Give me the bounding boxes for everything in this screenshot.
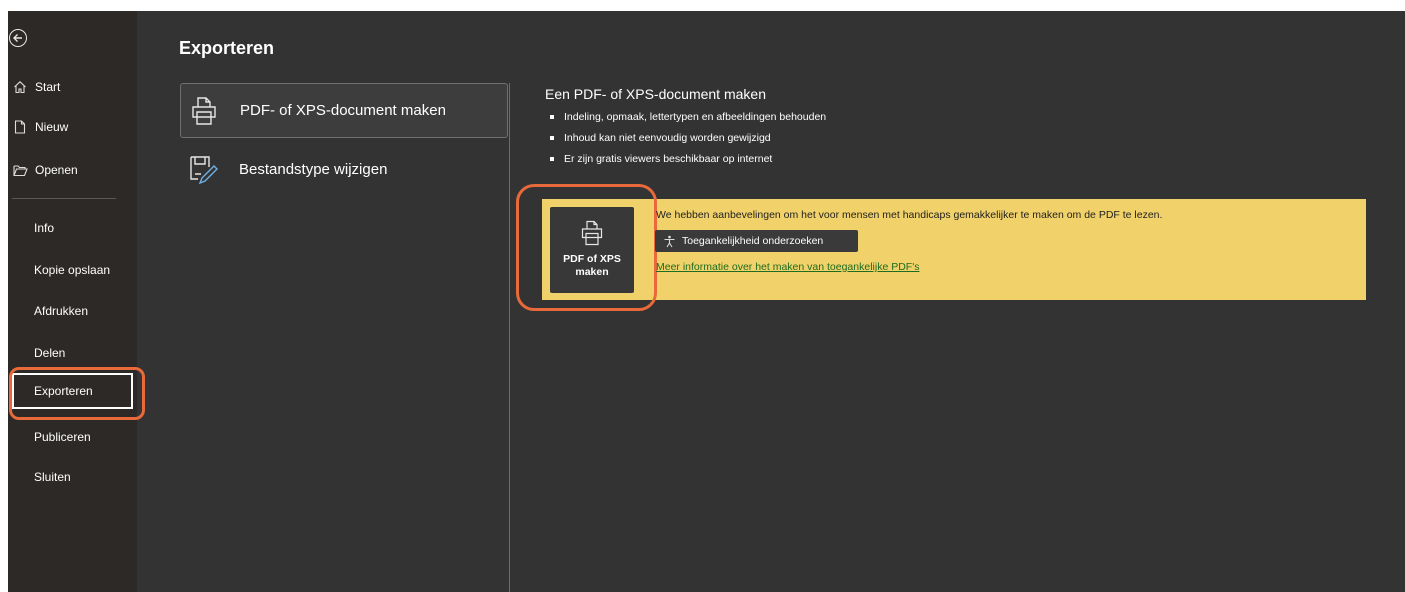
recommendation-text: We hebben aanbevelingen om het voor mens… [656, 209, 1163, 221]
nav-item-afdrukken[interactable]: Afdrukken [8, 297, 134, 325]
back-arrow-icon[interactable] [9, 29, 27, 47]
nav-item-label: Delen [34, 346, 66, 360]
nav-item-label: Nieuw [35, 120, 69, 134]
nav-item-kopie-opslaan[interactable]: Kopie opslaan [8, 256, 134, 284]
nav-item-info[interactable]: Info [8, 214, 134, 242]
nav-item-label: Sluiten [34, 470, 71, 484]
option-create-pdf-xps[interactable]: PDF- of XPS-document maken [180, 83, 508, 138]
option-label: Bestandstype wijzigen [239, 161, 388, 178]
app-window: Start Nieuw Openen Info Kopie opslaan Af… [8, 11, 1405, 592]
nav-item-delen[interactable]: Delen [8, 339, 134, 367]
home-icon [12, 79, 28, 95]
nav-item-sluiten[interactable]: Sluiten [8, 463, 134, 491]
nav-item-label: Start [35, 80, 61, 94]
printer-document-icon [189, 94, 219, 128]
nav-item-start[interactable]: Start [8, 73, 134, 101]
nav-separator [12, 198, 116, 199]
exporteren-highlight [9, 367, 145, 420]
change-file-type-icon [188, 153, 218, 187]
list-item: Er zijn gratis viewers beschikbaar op in… [549, 149, 826, 170]
new-document-icon [12, 119, 28, 135]
option-change-file-type[interactable]: Bestandstype wijzigen [180, 142, 508, 197]
nav-item-label: Publiceren [34, 430, 91, 444]
backstage-nav: Start Nieuw Openen Info Kopie opslaan Af… [8, 11, 137, 592]
accessibility-button-label: Toegankelijkheid onderzoeken [682, 235, 824, 247]
nav-item-label: Afdrukken [34, 304, 89, 318]
accessibility-icon [662, 234, 676, 248]
nav-item-publiceren[interactable]: Publiceren [8, 423, 134, 451]
column-divider [509, 83, 510, 592]
create-button-highlight [516, 184, 657, 311]
folder-open-icon [12, 162, 28, 178]
list-item: Inhoud kan niet eenvoudig worden gewijzi… [549, 128, 826, 149]
check-accessibility-button[interactable]: Toegankelijkheid onderzoeken [655, 230, 858, 252]
nav-item-nieuw[interactable]: Nieuw [8, 113, 134, 141]
nav-item-label: Openen [35, 163, 78, 177]
list-item: Indeling, opmaak, lettertypen en afbeeld… [549, 107, 826, 128]
page-title: Exporteren [179, 38, 275, 58]
nav-item-label: Info [34, 221, 55, 235]
more-info-link[interactable]: Meer informatie over het maken van toega… [656, 261, 919, 273]
nav-item-label: Kopie opslaan [34, 263, 111, 277]
option-label: PDF- of XPS-document maken [240, 102, 446, 119]
feature-list: Indeling, opmaak, lettertypen en afbeeld… [549, 107, 826, 170]
nav-item-openen[interactable]: Openen [8, 156, 134, 184]
detail-title: Een PDF- of XPS-document maken [545, 86, 766, 102]
